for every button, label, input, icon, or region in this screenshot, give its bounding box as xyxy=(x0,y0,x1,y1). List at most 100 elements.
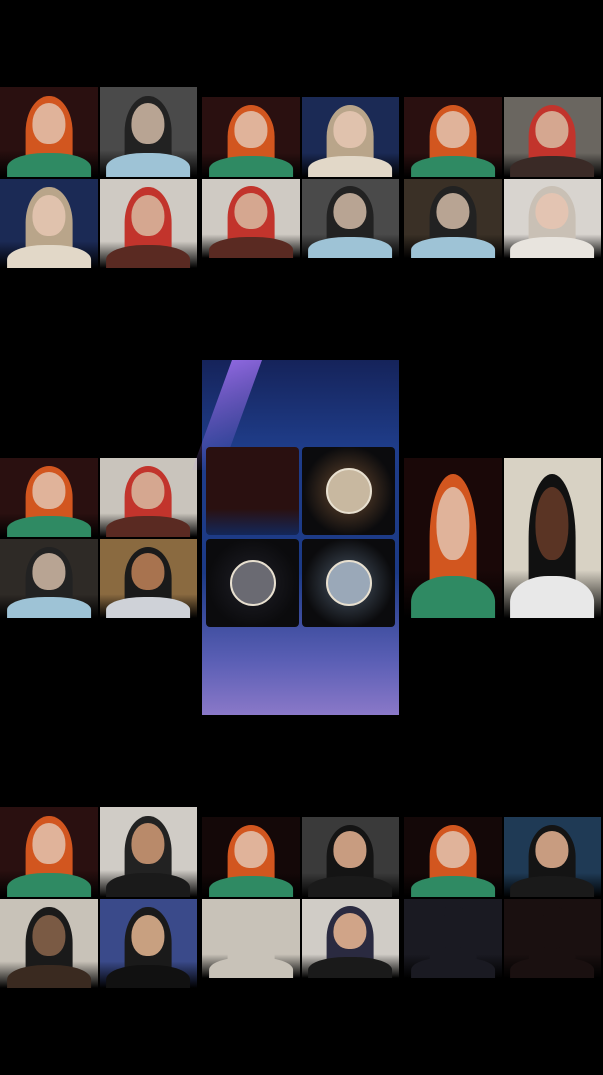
participant-video-tile[interactable] xyxy=(202,97,300,177)
call-panel[interactable] xyxy=(404,817,601,978)
participant-head xyxy=(333,912,367,950)
participant-head xyxy=(131,553,165,590)
participant-head xyxy=(131,472,165,509)
call-panel[interactable] xyxy=(202,817,399,978)
participant-video-tile[interactable] xyxy=(404,97,502,177)
participant-body xyxy=(106,597,191,618)
participant-video-tile[interactable] xyxy=(0,898,98,988)
participant-video-tile[interactable] xyxy=(206,447,299,535)
participant-head xyxy=(333,192,367,230)
participant-head xyxy=(535,111,569,148)
participant-video-tile[interactable] xyxy=(503,898,601,978)
participant-video-tile[interactable] xyxy=(301,97,399,177)
participant-head xyxy=(436,912,470,950)
avatar-icon xyxy=(325,468,372,514)
participant-body xyxy=(308,237,393,258)
participant-body xyxy=(6,516,91,537)
call-panel[interactable] xyxy=(0,458,197,618)
participant-video-tile[interactable] xyxy=(503,178,601,258)
call-panel[interactable] xyxy=(0,87,197,268)
participant-head xyxy=(32,194,66,236)
participant-video-tile[interactable] xyxy=(503,458,601,618)
participant-video-tile[interactable] xyxy=(0,539,98,618)
call-panel[interactable] xyxy=(404,97,601,258)
participant-video-tile[interactable] xyxy=(0,458,98,537)
avatar-icon xyxy=(229,560,276,606)
participant-video-tile[interactable] xyxy=(0,178,98,268)
participant-video-tile[interactable] xyxy=(301,817,399,897)
participant-head xyxy=(535,912,569,950)
participant-body xyxy=(510,237,595,258)
call-panel[interactable] xyxy=(0,807,197,988)
participant-head xyxy=(234,831,268,868)
participant-body xyxy=(208,875,293,897)
participant-video-tile[interactable] xyxy=(99,539,197,618)
participant-video-tile[interactable] xyxy=(404,817,502,897)
participant-video-tile[interactable] xyxy=(99,458,197,537)
participant-head xyxy=(32,553,66,590)
participant-head xyxy=(535,192,569,230)
participant-head xyxy=(333,111,367,148)
participant-body xyxy=(308,957,393,978)
participant-body xyxy=(410,875,495,897)
participant-body xyxy=(106,153,191,177)
avatar-icon xyxy=(325,560,372,606)
participant-head xyxy=(131,103,165,145)
participant-body xyxy=(6,153,91,177)
participant-body xyxy=(308,155,393,177)
participant-video-tile[interactable] xyxy=(404,898,502,978)
participant-avatar-tile[interactable] xyxy=(206,539,299,627)
participant-body xyxy=(106,964,191,988)
participant-body xyxy=(208,155,293,177)
participant-video-tile[interactable] xyxy=(99,178,197,268)
participant-head xyxy=(535,486,569,561)
participant-body xyxy=(410,155,495,177)
participant-avatar-tile[interactable] xyxy=(302,447,395,535)
participant-video-tile[interactable] xyxy=(202,178,300,258)
participant-body xyxy=(410,237,495,258)
participant-body xyxy=(308,875,393,897)
participant-head xyxy=(535,831,569,868)
participant-head xyxy=(131,823,165,865)
participant-avatar-tile[interactable] xyxy=(302,539,395,627)
participant-head xyxy=(436,831,470,868)
participant-video-tile[interactable] xyxy=(202,898,300,978)
participant-video-tile[interactable] xyxy=(202,817,300,897)
participant-body xyxy=(6,873,91,897)
participant-video-tile[interactable] xyxy=(301,898,399,978)
participant-body xyxy=(6,597,91,618)
participant-head xyxy=(131,914,165,956)
participant-video-tile[interactable] xyxy=(503,97,601,177)
participant-head xyxy=(436,192,470,230)
participant-video-tile[interactable] xyxy=(404,458,502,618)
call-panel[interactable] xyxy=(202,97,399,258)
participant-head xyxy=(436,486,470,561)
center-call-panel[interactable] xyxy=(191,360,399,715)
call-panel[interactable] xyxy=(404,458,601,618)
participant-video-tile[interactable] xyxy=(99,898,197,988)
participant-body xyxy=(510,155,595,177)
participant-body xyxy=(510,576,595,618)
participant-head xyxy=(32,103,66,145)
participant-body xyxy=(208,237,293,258)
participant-video-tile[interactable] xyxy=(99,807,197,897)
participant-video-tile[interactable] xyxy=(0,807,98,897)
participant-head xyxy=(234,912,268,950)
participant-video-tile[interactable] xyxy=(301,178,399,258)
participant-head xyxy=(234,111,268,148)
participant-video-tile[interactable] xyxy=(404,178,502,258)
participant-video-tile[interactable] xyxy=(0,87,98,177)
participant-body xyxy=(410,576,495,618)
participant-body xyxy=(106,244,191,268)
participant-head xyxy=(32,823,66,865)
participant-head xyxy=(436,111,470,148)
participant-body xyxy=(208,957,293,978)
participant-body xyxy=(106,873,191,897)
participant-body xyxy=(510,875,595,897)
participant-head xyxy=(32,472,66,509)
participant-video-tile[interactable] xyxy=(99,87,197,177)
participant-body xyxy=(6,244,91,268)
participant-body xyxy=(510,957,595,978)
participant-video-tile[interactable] xyxy=(503,817,601,897)
participant-body xyxy=(6,964,91,988)
